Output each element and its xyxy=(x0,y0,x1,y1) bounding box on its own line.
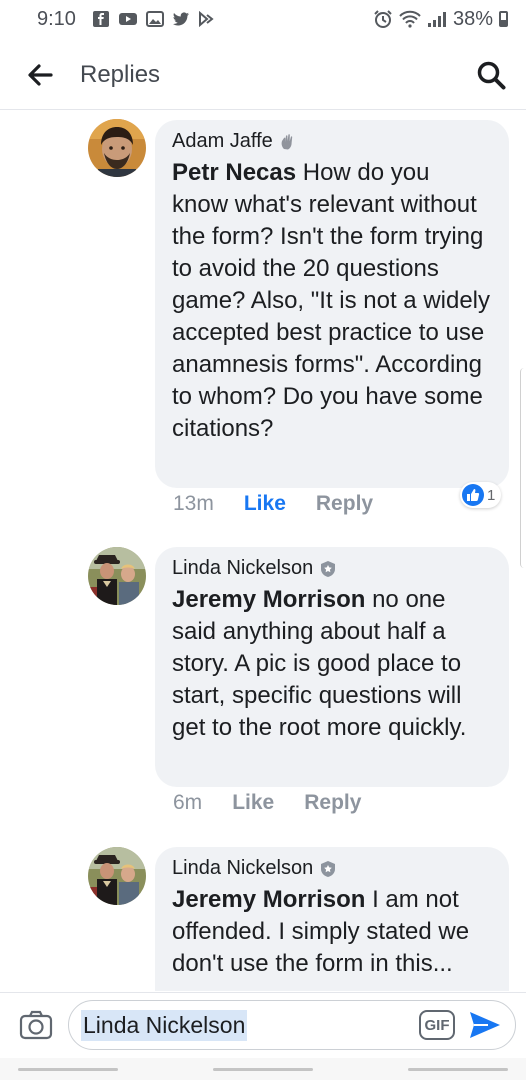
camera-button[interactable] xyxy=(14,1003,58,1047)
battery-icon xyxy=(499,11,508,27)
author-name[interactable]: Linda Nickelson xyxy=(172,557,313,580)
comment-author[interactable]: Linda Nickelson xyxy=(172,857,492,880)
reply-button[interactable]: Reply xyxy=(304,791,361,815)
comment-time: 13m xyxy=(173,492,214,515)
shield-badge-icon xyxy=(321,860,336,877)
battery-percent: 38% xyxy=(452,7,493,30)
waving-hand-icon xyxy=(281,133,293,149)
comment-actions: 6m Like Reply xyxy=(173,791,361,815)
comment-bubble[interactable]: Adam Jaffe Petr Necas How do you know wh… xyxy=(155,120,509,488)
search-icon xyxy=(477,61,506,89)
comment-bubble[interactable]: Linda Nickelson Jeremy Morrison I am not… xyxy=(155,847,509,991)
like-button[interactable]: Like xyxy=(244,492,286,516)
author-name[interactable]: Linda Nickelson xyxy=(172,857,313,880)
comment-input[interactable]: Linda Nickelson GIF xyxy=(68,1000,516,1050)
comment-actions: 13m Like Reply xyxy=(173,492,373,516)
avatar[interactable] xyxy=(88,547,146,605)
notification-icons xyxy=(92,10,214,28)
author-name[interactable]: Adam Jaffe xyxy=(172,130,273,153)
comment-body: How do you know what's relevant without … xyxy=(172,159,491,442)
gallery-icon xyxy=(145,11,164,27)
alarm-icon xyxy=(374,10,392,28)
comment-time: 6m xyxy=(173,791,203,814)
shield-badge-icon xyxy=(321,560,336,577)
avatar-photo xyxy=(88,547,146,605)
replies-list: Adam Jaffe Petr Necas How do you know wh… xyxy=(0,111,526,991)
tasker-icon xyxy=(198,11,214,27)
thumbs-up-icon xyxy=(462,484,484,506)
reaction-count: 1 xyxy=(487,486,496,504)
page-title: Replies xyxy=(80,60,161,88)
avatar[interactable] xyxy=(88,847,146,905)
scroll-handle[interactable] xyxy=(520,368,526,568)
comment-text: Petr Necas How do you know what's releva… xyxy=(172,157,492,445)
comment-author[interactable]: Linda Nickelson xyxy=(172,557,492,580)
youtube-icon xyxy=(118,13,137,25)
like-button[interactable]: Like xyxy=(232,791,274,815)
reply-composer: Linda Nickelson GIF xyxy=(0,992,526,1057)
avatar[interactable] xyxy=(88,119,146,177)
nav-back-button[interactable] xyxy=(408,1067,508,1071)
nav-recents-button[interactable] xyxy=(18,1067,118,1071)
nav-home-button[interactable] xyxy=(213,1067,313,1071)
search-button[interactable] xyxy=(456,40,526,110)
send-button[interactable] xyxy=(465,1005,505,1045)
send-icon xyxy=(470,1012,500,1038)
comment-input-value[interactable]: Linda Nickelson xyxy=(81,1009,248,1041)
camera-icon xyxy=(19,1010,53,1040)
arrow-left-icon xyxy=(28,63,53,86)
system-nav-bar xyxy=(0,1058,526,1080)
avatar-photo xyxy=(88,119,146,177)
comment-text: Jeremy Morrison no one said anything abo… xyxy=(172,584,492,744)
mention-link[interactable]: Jeremy Morrison xyxy=(172,586,365,613)
status-bar: 9:10 38% xyxy=(0,0,526,38)
wifi-icon xyxy=(399,10,421,28)
status-time: 9:10 xyxy=(37,7,76,30)
comment-bubble[interactable]: Linda Nickelson Jeremy Morrison no one s… xyxy=(155,547,509,787)
reaction-summary[interactable]: 1 xyxy=(460,482,502,508)
reply-button[interactable]: Reply xyxy=(316,492,373,516)
gif-button[interactable]: GIF xyxy=(419,1010,455,1040)
avatar-photo xyxy=(88,847,146,905)
system-icons: 38% xyxy=(373,8,508,31)
back-button[interactable] xyxy=(0,40,80,110)
signal-icon xyxy=(427,12,446,27)
comment-text: Jeremy Morrison I am not offended. I sim… xyxy=(172,884,492,980)
facebook-icon xyxy=(92,11,109,27)
mention-link[interactable]: Petr Necas xyxy=(172,159,296,186)
replies-header: Replies xyxy=(0,40,526,110)
twitter-icon xyxy=(172,12,189,26)
mention-link[interactable]: Jeremy Morrison xyxy=(172,886,365,913)
comment-author[interactable]: Adam Jaffe xyxy=(172,130,492,153)
